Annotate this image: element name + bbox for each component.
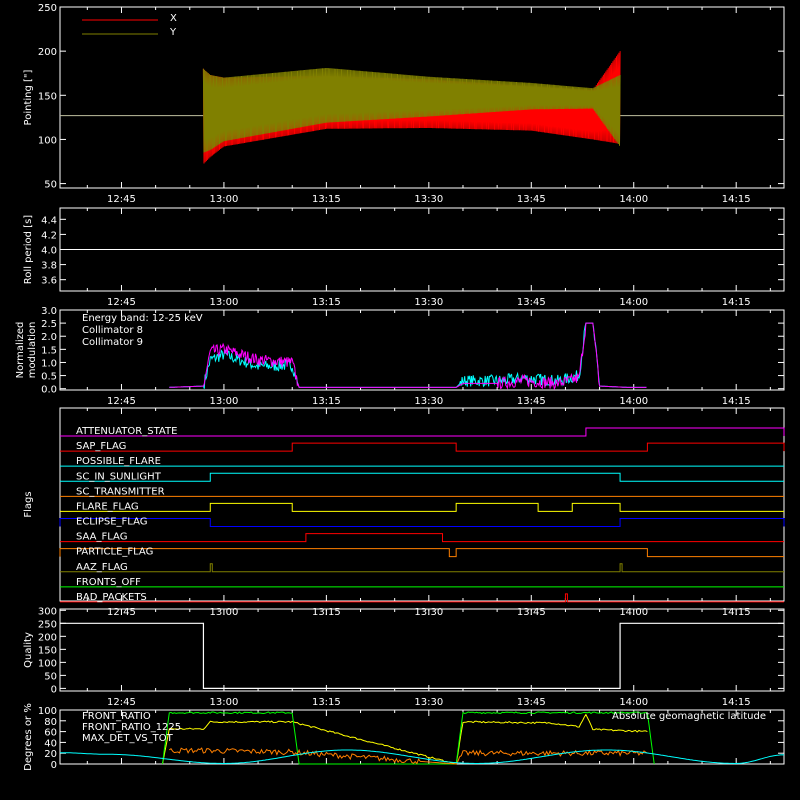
x-tick-label: 14:15 [722, 396, 751, 407]
legend-label: FRONT_RATIO [82, 711, 151, 722]
y-tick-label: 3.8 [41, 261, 57, 272]
y-axis-label: modulation [27, 322, 38, 379]
x-tick-label: 13:30 [414, 697, 443, 708]
y-tick-label: 4.2 [41, 230, 57, 241]
x-tick-label: 13:45 [517, 697, 546, 708]
y-tick-label: 200 [38, 47, 57, 58]
x-tick-label: 13:30 [414, 194, 443, 205]
y-tick-label: 60 [44, 728, 57, 739]
y-tick-label: 4.4 [41, 215, 57, 226]
flag-label: BAD_PACKETS [76, 592, 147, 603]
rhessi-quicklook-figure: Pointing ["]5010015020025012:45 13:00 13:1… [0, 0, 800, 800]
legend-label: X [170, 13, 177, 24]
y-tick-label: 0.0 [41, 385, 57, 396]
flag-label: AAZ_FLAG [76, 562, 128, 573]
flag-label: SAA_FLAG [76, 532, 127, 543]
x-tick-label: 13:00 [210, 194, 239, 205]
x-tick-label: 14:00 [619, 194, 648, 205]
legend-label: Y [169, 27, 177, 38]
flag-label: POSSIBLE_FLARE [76, 456, 161, 467]
y-tick-label: 100 [38, 135, 57, 146]
y-axis-label: Degrees or % [23, 703, 34, 771]
y-tick-label: 250 [38, 619, 57, 630]
flag-label: SC_IN_SUNLIGHT [76, 471, 162, 482]
x-tick-label: 13:45 [517, 297, 546, 308]
legend-label: MAX_DET_VS_TOT [82, 733, 174, 744]
y-tick-label: 0 [51, 760, 57, 771]
x-tick-label: 13:15 [312, 297, 341, 308]
y-axis-label: Flags [23, 491, 34, 517]
y-axis-label: Pointing ["] [23, 69, 34, 125]
x-tick-label: 14:15 [722, 194, 751, 205]
x-tick-label: 13:15 [312, 697, 341, 708]
x-tick-label: 14:00 [619, 297, 648, 308]
x-tick-label: 14:00 [619, 697, 648, 708]
x-tick-label: 13:45 [517, 194, 546, 205]
y-tick-label: 1.5 [41, 345, 57, 356]
x-tick-label: 13:30 [414, 396, 443, 407]
x-tick-label: 12:45 [107, 697, 136, 708]
y-axis-label: Normalized [15, 322, 26, 379]
y-tick-label: 200 [38, 632, 57, 643]
x-tick-label: 13:00 [210, 297, 239, 308]
energy-band-annotation: Energy band: 12-25 keV [82, 313, 203, 324]
legend-label: Collimator 8 [82, 325, 143, 336]
y-tick-label: 80 [44, 717, 57, 728]
y-tick-label: 2.0 [41, 332, 57, 343]
y-tick-label: 4.0 [41, 246, 57, 257]
flag-label: SC_TRANSMITTER [76, 486, 165, 497]
flag-label: SAP_FLAG [76, 441, 126, 452]
x-tick-label: 13:15 [312, 194, 341, 205]
x-tick-label: 12:45 [107, 396, 136, 407]
y-tick-label: 50 [44, 671, 57, 682]
x-tick-label: 14:00 [619, 396, 648, 407]
flag-label: FRONTS_OFF [76, 577, 141, 588]
flag-label: ECLIPSE_FLAG [76, 517, 147, 528]
y-tick-label: 0 [51, 684, 57, 695]
legend-label: Collimator 9 [82, 337, 143, 348]
y-tick-label: 3.0 [41, 306, 57, 317]
y-tick-label: 40 [44, 738, 57, 749]
x-tick-label: 13:45 [517, 396, 546, 407]
y-tick-label: 100 [38, 658, 57, 669]
y-tick-label: 3.6 [41, 276, 57, 287]
y-tick-label: 300 [38, 606, 57, 617]
x-tick-label: 13:30 [414, 297, 443, 308]
y-tick-label: 0.5 [41, 372, 57, 383]
flag-label: PARTICLE_FLAG [76, 547, 153, 558]
y-axis-label: Roll period [s] [23, 215, 34, 284]
x-tick-label: 13:00 [210, 396, 239, 407]
y-tick-label: 1.0 [41, 358, 57, 369]
flag-label: FLARE_FLAG [76, 501, 139, 512]
x-tick-label: 14:15 [722, 297, 751, 308]
y-tick-label: 250 [38, 3, 57, 14]
legend-label: Absolute geomagnetic latitude [612, 711, 766, 722]
y-axis-label: Quality [23, 632, 34, 668]
flag-label: ATTENUATOR_STATE [76, 426, 177, 437]
x-tick-label: 13:15 [312, 396, 341, 407]
x-tick-label: 13:00 [210, 697, 239, 708]
y-tick-label: 50 [44, 180, 57, 191]
x-tick-label: 12:45 [107, 194, 136, 205]
legend-label: FRONT_RATIO_1225 [82, 722, 181, 733]
y-tick-label: 20 [44, 749, 57, 760]
y-tick-label: 2.5 [41, 319, 57, 330]
x-tick-label: 12:45 [107, 297, 136, 308]
y-tick-label: 150 [38, 91, 57, 102]
y-tick-label: 100 [38, 706, 57, 717]
y-tick-label: 150 [38, 645, 57, 656]
x-tick-label: 14:15 [722, 697, 751, 708]
